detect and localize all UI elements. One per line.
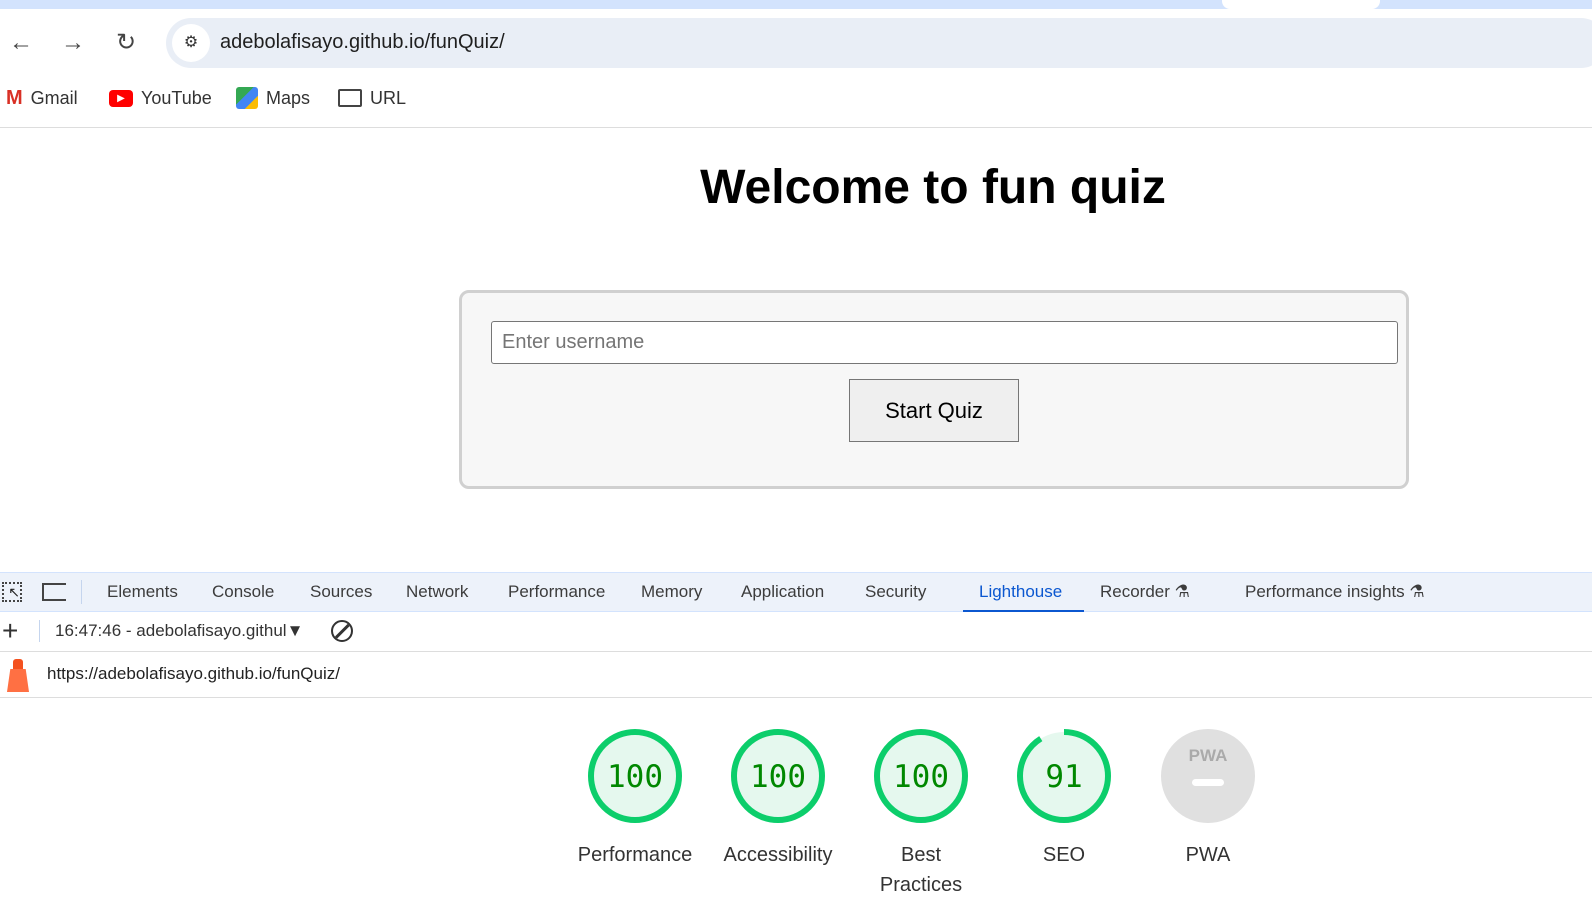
dropdown-arrow-icon: ▼ xyxy=(286,621,304,640)
score-gauge-pwa[interactable]: PWA xyxy=(1160,728,1256,824)
bookmark-label: Maps xyxy=(266,87,311,108)
tab-sources[interactable]: Sources xyxy=(310,572,372,612)
pwa-gauge: PWA xyxy=(1161,729,1255,823)
tab-label: Recorder xyxy=(1100,582,1170,601)
tab-performance[interactable]: Performance xyxy=(508,572,605,612)
gauge-ring: 91 xyxy=(1017,729,1111,823)
device-toolbar-icon[interactable] xyxy=(42,583,66,601)
score-label: PWA xyxy=(1185,844,1231,866)
tab-memory[interactable]: Memory xyxy=(641,572,702,612)
folder-icon xyxy=(338,89,362,107)
tab-console[interactable]: Console xyxy=(212,572,274,612)
flask-icon: ⚗ xyxy=(1409,582,1425,601)
pwa-badge: PWA xyxy=(1189,746,1228,765)
score-gauge-accessibility[interactable]: 100 xyxy=(730,728,826,824)
gmail-icon: M xyxy=(6,86,23,109)
score-value: 100 xyxy=(607,759,663,795)
report-select-value: 16:47:46 - adebolafisayo.githul xyxy=(55,621,287,640)
score-gauge-seo[interactable]: 91 xyxy=(1016,728,1112,824)
bookmark-maps[interactable]: Maps xyxy=(236,86,310,110)
score-value: 100 xyxy=(893,759,949,795)
tab-performance-insights[interactable]: Performance insights ⚗ xyxy=(1245,572,1425,612)
tab-lighthouse[interactable]: Lighthouse xyxy=(963,572,1084,612)
flask-icon: ⚗ xyxy=(1174,582,1190,601)
start-quiz-button[interactable]: Start Quiz xyxy=(849,379,1019,442)
score-value: 91 xyxy=(1045,759,1082,795)
forward-button[interactable]: → xyxy=(58,28,88,58)
lighthouse-logo-icon xyxy=(7,659,29,692)
divider xyxy=(81,580,82,604)
score-gauge-performance[interactable]: 100 xyxy=(587,728,683,824)
score-label: Accessibility xyxy=(723,844,833,866)
new-report-plus-icon[interactable]: + xyxy=(2,617,18,645)
reload-button[interactable]: ↻ xyxy=(111,28,141,58)
tab-recorder[interactable]: Recorder ⚗ xyxy=(1100,572,1190,612)
divider xyxy=(39,620,40,642)
bookmark-label: URL xyxy=(370,87,407,108)
maps-icon xyxy=(236,87,258,109)
clear-reports-icon[interactable] xyxy=(331,620,353,642)
tab-application[interactable]: Application xyxy=(741,572,824,612)
na-dash-icon xyxy=(1192,779,1224,786)
gauge-ring: 100 xyxy=(874,729,968,823)
url-text[interactable]: adebolafisayo.github.io/funQuiz/ xyxy=(220,31,505,54)
bookmark-youtube[interactable]: ▶ YouTube xyxy=(109,86,212,110)
back-button[interactable]: ← xyxy=(6,28,36,58)
gauge-ring: 100 xyxy=(588,729,682,823)
report-select[interactable]: 16:47:46 - adebolafisayo.githul▼ xyxy=(55,621,303,641)
bookmark-url[interactable]: URL xyxy=(338,86,406,110)
report-url[interactable]: https://adebolafisayo.github.io/funQuiz/ xyxy=(47,664,340,684)
bookmark-label: Gmail xyxy=(30,87,78,108)
bookmark-gmail[interactable]: M Gmail xyxy=(6,86,78,110)
tab-label: Performance insights xyxy=(1245,582,1405,601)
bookmark-label: YouTube xyxy=(141,87,212,108)
score-gauge-best-practices[interactable]: 100 xyxy=(873,728,969,824)
tab-network[interactable]: Network xyxy=(406,572,468,612)
tab-elements[interactable]: Elements xyxy=(107,572,178,612)
site-info-icon[interactable]: ⚙ xyxy=(172,24,210,62)
page-title: Welcome to fun quiz xyxy=(700,161,1166,214)
score-label: Best Practices xyxy=(879,844,963,896)
youtube-icon: ▶ xyxy=(109,89,133,107)
score-label: SEO xyxy=(1042,844,1086,866)
active-tab[interactable] xyxy=(1222,0,1380,9)
divider xyxy=(0,127,1592,128)
inspect-element-icon[interactable]: ↖ xyxy=(2,582,22,602)
gauge-ring: 100 xyxy=(731,729,825,823)
score-value: 100 xyxy=(750,759,806,795)
username-input[interactable] xyxy=(491,321,1398,364)
tab-security[interactable]: Security xyxy=(865,572,926,612)
score-label: Performance xyxy=(577,844,693,866)
